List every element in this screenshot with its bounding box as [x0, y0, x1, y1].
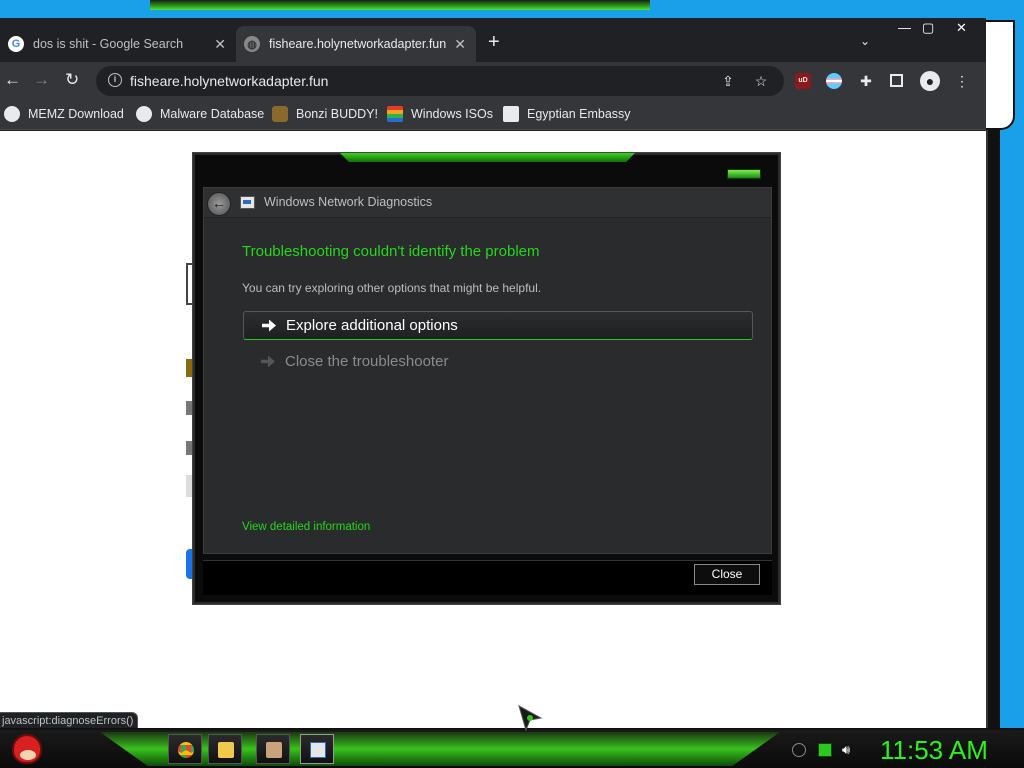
flag-extension-icon[interactable] — [826, 73, 842, 89]
address-bar[interactable]: i fisheare.holynetworkadapter.fun ⇪ ☆ — [96, 66, 784, 96]
background-window-edge — [985, 20, 1015, 130]
bookmark-star-icon[interactable]: ☆ — [753, 73, 769, 89]
globe-icon: ◍ — [244, 36, 260, 52]
network-icon[interactable] — [818, 743, 832, 757]
tab-google-search[interactable]: G dos is shit - Google Search ✕ — [0, 26, 236, 62]
tab-label: dos is shit - Google Search — [33, 37, 184, 51]
tab-search-chevron-icon[interactable]: ⌄ — [860, 34, 870, 48]
side-panel-icon[interactable] — [890, 74, 903, 87]
close-button[interactable]: Close — [694, 564, 760, 585]
desktop: G dos is shit - Google Search ✕ ◍ fishea… — [0, 0, 1024, 768]
close-window-icon[interactable]: ✕ — [956, 20, 967, 36]
network-diagnostics-icon — [240, 196, 255, 209]
back-arrow-icon[interactable]: ← — [4, 70, 21, 90]
arrow-right-icon — [262, 319, 276, 332]
file-explorer-icon — [218, 742, 234, 758]
tab-label: fisheare.holynetworkadapter.fun — [269, 37, 447, 51]
volume-icon[interactable]: 🔊︎ — [842, 743, 856, 757]
wizard-icon — [266, 742, 282, 758]
bookmark-malware-database[interactable]: Malware Database — [136, 106, 264, 122]
bookmark-label: Malware Database — [160, 107, 265, 121]
chrome-icon — [178, 742, 194, 758]
taskbar-glow — [100, 732, 780, 766]
dialog-close-control[interactable] — [727, 169, 761, 179]
bookmark-bonzi-buddy[interactable]: Bonzi BUDDY! — [272, 106, 378, 122]
dialog-body: ← Windows Network Diagnostics Troublesho… — [203, 187, 772, 554]
taskbar-explorer-button[interactable] — [208, 734, 242, 764]
network-diagnostics-dialog: ← Windows Network Diagnostics Troublesho… — [193, 153, 780, 604]
view-details-link[interactable]: View detailed information — [242, 521, 370, 533]
url-text: fisheare.holynetworkadapter.fun — [130, 73, 329, 89]
extensions-puzzle-icon[interactable]: ✚ — [858, 73, 874, 89]
bookmark-label: Egyptian Embassy — [527, 107, 631, 121]
browser-toolbar: ← → ↻ i fisheare.holynetworkadapter.fun … — [0, 62, 986, 100]
forward-arrow-icon[interactable]: → — [33, 70, 50, 90]
bookmark-label: Windows ISOs — [411, 107, 493, 121]
dialog-title: Windows Network Diagnostics — [264, 195, 433, 209]
dialog-heading: Troubleshooting couldn't identify the pr… — [242, 243, 540, 260]
back-arrow-icon[interactable]: ← — [207, 192, 231, 216]
minimize-icon[interactable]: — — [898, 20, 911, 35]
mouse-cursor-icon — [518, 704, 543, 732]
menu-dots-icon[interactable]: ⋮ — [954, 73, 970, 89]
close-tab-icon[interactable]: ✕ — [214, 36, 226, 53]
explore-options-button[interactable]: Explore additional options — [243, 311, 753, 340]
dialog-subtext: You can try exploring other options that… — [242, 281, 542, 295]
bookmark-egyptian-embassy[interactable]: Egyptian Embassy — [503, 106, 631, 122]
bookmark-label: Bonzi BUDDY! — [296, 107, 378, 121]
reload-icon[interactable]: ↻ — [65, 70, 79, 90]
taskbar-chrome-button[interactable] — [168, 734, 202, 764]
bookmark-memz[interactable]: MEMZ Download — [4, 106, 124, 122]
new-tab-plus-icon[interactable]: + — [488, 31, 500, 54]
bookmark-label: MEMZ Download — [28, 107, 124, 121]
start-button[interactable] — [10, 730, 46, 768]
tab-strip: G dos is shit - Google Search ✕ ◍ fishea… — [0, 18, 986, 62]
profile-avatar-icon[interactable]: ● — [920, 71, 940, 91]
angry-bird-belly — [20, 750, 36, 760]
share-icon[interactable]: ⇪ — [720, 73, 736, 89]
google-icon: G — [8, 36, 24, 52]
arrow-right-icon — [261, 355, 275, 368]
bookmark-windows-isos[interactable]: Windows ISOs — [387, 106, 493, 122]
network-diagnostics-icon — [310, 742, 326, 758]
dialog-glow — [340, 153, 635, 162]
ublock-icon[interactable]: uD — [795, 73, 811, 89]
dialog-footer: Close — [203, 560, 772, 595]
close-tab-icon[interactable]: ✕ — [454, 36, 466, 53]
dialog-header: ← Windows Network Diagnostics — [204, 188, 771, 218]
taskbar-diagnostics-button[interactable] — [300, 734, 334, 764]
globe-icon — [136, 106, 152, 122]
taskbar-clock[interactable]: 11:53 AM — [880, 735, 988, 766]
taskbar: 🔊︎ 11:53 AM — [0, 728, 1024, 768]
option-label: Close the troubleshooter — [285, 353, 449, 370]
tab-active-site[interactable]: ◍ fisheare.holynetworkadapter.fun ✕ — [236, 26, 476, 62]
close-troubleshooter-button[interactable]: Close the troubleshooter — [243, 347, 753, 376]
taskbar-wizard-button[interactable] — [256, 734, 290, 764]
windows-flag-icon — [387, 106, 403, 122]
battery-icon[interactable] — [792, 743, 806, 757]
site-info-icon[interactable]: i — [108, 73, 122, 87]
wix-icon — [503, 106, 519, 122]
option-label: Explore additional options — [286, 317, 458, 334]
bonzi-icon — [272, 106, 288, 122]
bookmarks-bar: MEMZ Download Malware Database Bonzi BUD… — [0, 100, 986, 130]
background-window-glow — [150, 0, 650, 10]
maximize-icon[interactable]: ▢ — [922, 20, 934, 36]
window-frame-edge — [986, 130, 1000, 730]
globe-icon — [4, 106, 20, 122]
